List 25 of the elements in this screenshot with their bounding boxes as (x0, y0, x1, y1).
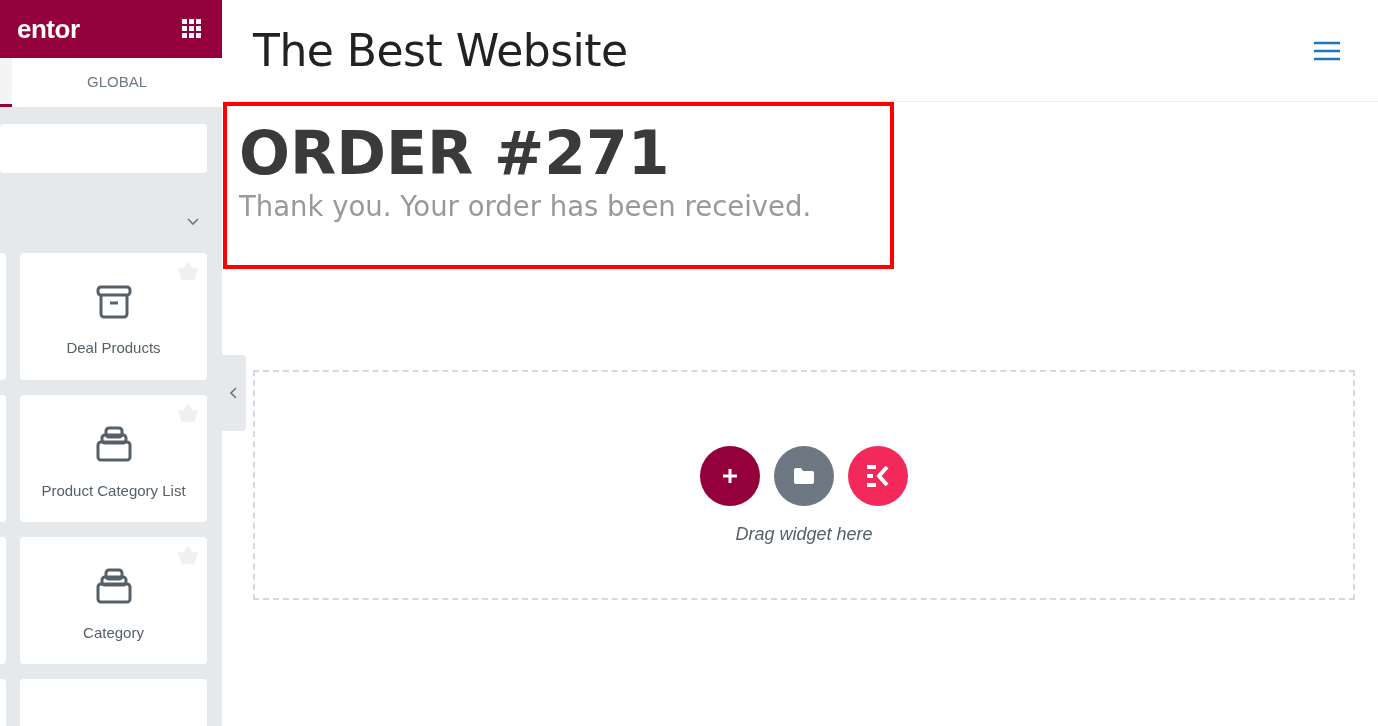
order-heading-box[interactable]: ORDER #271 Thank you. Your order has been received. (223, 102, 894, 269)
widget-card[interactable]: Category (20, 537, 207, 664)
order-message: Thank you. Your order has been received. (239, 190, 813, 222)
chevron-down-icon[interactable] (186, 217, 200, 227)
widget-label: Deal Products (66, 339, 161, 356)
collapse-handle[interactable] (222, 355, 246, 431)
plus-icon (721, 466, 739, 485)
widget-label: Category (83, 624, 144, 641)
menu-icon[interactable] (1314, 40, 1340, 61)
drop-hint: Drag widget here (735, 523, 873, 545)
search-field[interactable] (0, 124, 207, 173)
widget-card[interactable]: Product Category List (20, 395, 207, 522)
chevron-left-icon (230, 387, 238, 399)
order-number: ORDER #271 (239, 120, 671, 186)
active-tab-edge[interactable] (0, 58, 12, 107)
site-title: The Best Website (253, 25, 628, 76)
archive-box-icon (95, 285, 132, 319)
widget-card[interactable]: Deal Products (20, 253, 207, 380)
stacked-boxes-icon (95, 568, 132, 604)
logo-text: entor (17, 13, 80, 45)
widget-label: Product Category List (41, 482, 186, 499)
apps-grid-icon[interactable] (182, 19, 202, 39)
ek-logo-icon (865, 464, 891, 487)
folder-icon (793, 466, 815, 485)
stacked-boxes-icon (95, 426, 132, 462)
